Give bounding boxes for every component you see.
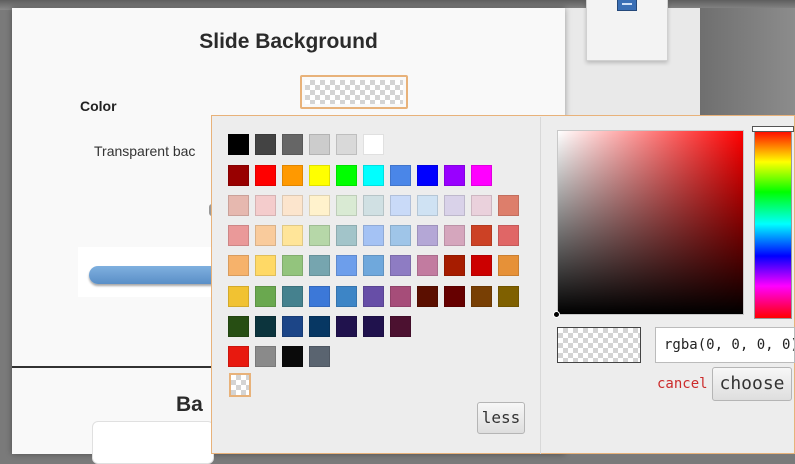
palette-swatch[interactable]	[255, 195, 276, 216]
palette-swatch[interactable]	[228, 316, 249, 337]
palette-swatch[interactable]	[282, 346, 303, 367]
palette-swatch[interactable]	[309, 225, 330, 246]
palette-swatch[interactable]	[471, 165, 492, 186]
palette-swatch[interactable]	[498, 225, 519, 246]
palette-swatch[interactable]	[282, 316, 303, 337]
palette-swatch[interactable]	[228, 346, 249, 367]
color-value-input[interactable]: rgba(0, 0, 0, 0)	[655, 327, 795, 363]
palette-swatch[interactable]	[336, 255, 357, 276]
palette-swatch[interactable]	[228, 134, 249, 155]
palette-swatch[interactable]	[228, 165, 249, 186]
palette-swatch[interactable]	[336, 195, 357, 216]
palette-swatch[interactable]	[255, 165, 276, 186]
palette-swatch[interactable]	[498, 286, 519, 307]
slide-image-icon	[617, 0, 637, 11]
choose-button[interactable]: choose	[712, 367, 792, 401]
palette-swatch[interactable]	[228, 286, 249, 307]
saturation-value-handle[interactable]	[553, 311, 560, 318]
palette-swatch[interactable]	[471, 195, 492, 216]
transparent-background-label: Transparent bac	[94, 143, 196, 159]
palette-swatch[interactable]	[363, 195, 384, 216]
palette-swatch[interactable]	[444, 255, 465, 276]
palette-swatch[interactable]	[363, 255, 384, 276]
palette-swatch[interactable]	[363, 316, 384, 337]
palette-swatch[interactable]	[444, 286, 465, 307]
palette-swatch[interactable]	[363, 134, 384, 155]
palette-swatch[interactable]	[309, 346, 330, 367]
color-preview	[557, 327, 641, 363]
color-swatch-button[interactable]	[300, 75, 408, 109]
palette-swatch[interactable]	[363, 286, 384, 307]
palette-swatch[interactable]	[309, 316, 330, 337]
palette-swatch[interactable]	[444, 165, 465, 186]
color-label: Color	[80, 98, 117, 114]
palette-swatch[interactable]	[309, 134, 330, 155]
palette-swatch[interactable]	[336, 225, 357, 246]
background-image-dropzone[interactable]	[92, 421, 214, 464]
opacity-slider-fill[interactable]	[89, 266, 219, 284]
palette-swatch[interactable]	[309, 165, 330, 186]
hue-slider-handle[interactable]	[752, 126, 794, 132]
palette-swatch[interactable]	[498, 195, 519, 216]
palette-swatch[interactable]	[498, 255, 519, 276]
transparent-color-option[interactable]	[229, 373, 251, 397]
palette-swatch[interactable]	[228, 255, 249, 276]
palette-swatch[interactable]	[444, 195, 465, 216]
palette-swatch[interactable]	[390, 165, 411, 186]
transparent-swatch	[305, 80, 403, 104]
palette-swatch[interactable]	[363, 225, 384, 246]
palette-swatch[interactable]	[471, 225, 492, 246]
palette-swatch[interactable]	[417, 286, 438, 307]
palette-swatch[interactable]	[444, 225, 465, 246]
palette-swatch[interactable]	[309, 286, 330, 307]
palette-swatch[interactable]	[390, 225, 411, 246]
palette-swatch[interactable]	[255, 316, 276, 337]
palette-swatch[interactable]	[471, 286, 492, 307]
palette-swatch[interactable]	[309, 195, 330, 216]
palette-swatch[interactable]	[390, 195, 411, 216]
palette-swatch[interactable]	[390, 286, 411, 307]
palette-swatch[interactable]	[336, 286, 357, 307]
palette-swatch[interactable]	[390, 255, 411, 276]
less-button[interactable]: less	[477, 402, 525, 434]
palette-swatch[interactable]	[228, 225, 249, 246]
background-image-title: Ba	[176, 393, 203, 416]
palette-swatch[interactable]	[471, 255, 492, 276]
section-divider	[12, 366, 211, 368]
palette-swatch[interactable]	[336, 316, 357, 337]
palette-swatch[interactable]	[228, 195, 249, 216]
palette-swatch[interactable]	[255, 286, 276, 307]
saturation-value-picker[interactable]	[557, 130, 744, 315]
picker-separator	[540, 117, 541, 454]
palette-swatch[interactable]	[417, 195, 438, 216]
palette-swatch[interactable]	[336, 165, 357, 186]
palette-swatch[interactable]	[417, 255, 438, 276]
palette-swatch[interactable]	[417, 165, 438, 186]
hue-slider[interactable]	[754, 129, 792, 319]
palette-swatch[interactable]	[282, 255, 303, 276]
palette-swatch[interactable]	[255, 346, 276, 367]
panel-title: Slide Background	[199, 30, 378, 53]
palette-swatch[interactable]	[417, 225, 438, 246]
palette-swatch[interactable]	[336, 134, 357, 155]
palette-swatch[interactable]	[282, 286, 303, 307]
palette-swatch[interactable]	[255, 255, 276, 276]
palette-swatch[interactable]	[390, 316, 411, 337]
palette-swatch[interactable]	[255, 225, 276, 246]
palette-swatch[interactable]	[282, 165, 303, 186]
cancel-link[interactable]: cancel	[657, 376, 708, 392]
palette-swatch[interactable]	[282, 195, 303, 216]
palette-swatch[interactable]	[309, 255, 330, 276]
palette-swatch[interactable]	[282, 134, 303, 155]
palette-swatch[interactable]	[255, 134, 276, 155]
palette-swatch[interactable]	[282, 225, 303, 246]
palette-swatch[interactable]	[363, 165, 384, 186]
